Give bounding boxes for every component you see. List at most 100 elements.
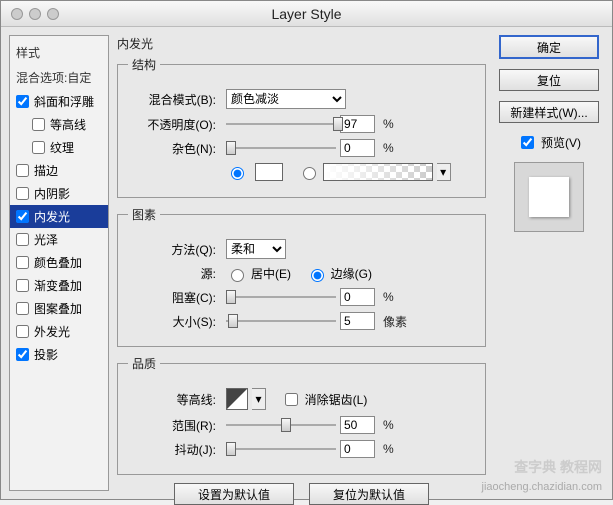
style-item[interactable]: 斜面和浮雕 (10, 90, 108, 113)
size-input[interactable]: 5 (340, 312, 375, 330)
style-item[interactable]: 外发光 (10, 320, 108, 343)
close-icon[interactable] (11, 8, 23, 20)
options-panel: 内发光 结构 混合模式(B): 颜色减淡 不透明度(O): 97 % 杂色(N)… (117, 35, 486, 491)
gradient-swatch[interactable] (323, 163, 433, 181)
source-edge-label: 边缘(G) (331, 265, 372, 282)
choke-label: 阻塞(C): (128, 289, 216, 306)
style-item-checkbox[interactable] (16, 187, 29, 200)
jitter-unit: % (383, 442, 394, 456)
blend-options-header[interactable]: 混合选项:自定 (10, 65, 108, 90)
style-list: 样式 混合选项:自定 斜面和浮雕等高线纹理描边内阴影内发光光泽颜色叠加渐变叠加图… (9, 35, 109, 491)
contour-label: 等高线: (128, 391, 216, 408)
antialias-checkbox[interactable] (285, 393, 298, 406)
noise-input[interactable]: 0 (340, 139, 375, 157)
jitter-input[interactable]: 0 (340, 440, 375, 458)
choke-unit: % (383, 290, 394, 304)
style-item[interactable]: 图案叠加 (10, 297, 108, 320)
style-item-label: 颜色叠加 (34, 254, 82, 271)
preview-label: 预览(V) (541, 134, 581, 151)
opacity-slider[interactable] (226, 117, 336, 131)
style-item-checkbox[interactable] (16, 325, 29, 338)
size-unit: 像素 (383, 313, 407, 330)
technique-select[interactable]: 柔和 (226, 239, 286, 259)
style-item-checkbox[interactable] (16, 233, 29, 246)
range-input[interactable]: 50 (340, 416, 375, 434)
dialog-buttons: 确定 复位 新建样式(W)... 预览(V) (494, 35, 604, 491)
zoom-icon[interactable] (47, 8, 59, 20)
layer-style-dialog: Layer Style 样式 混合选项:自定 斜面和浮雕等高线纹理描边内阴影内发… (0, 0, 613, 500)
style-item-checkbox[interactable] (32, 141, 45, 154)
watermark-url: jiaocheng.chazidian.com (482, 481, 602, 493)
style-item-label: 内发光 (34, 208, 70, 225)
opacity-label: 不透明度(O): (128, 116, 216, 133)
window-controls[interactable] (11, 8, 59, 20)
source-center-label: 居中(E) (251, 265, 291, 282)
watermark-text: 查字典 教程网 (514, 457, 602, 477)
style-item-checkbox[interactable] (32, 118, 45, 131)
source-label: 源: (128, 265, 216, 282)
style-item[interactable]: 颜色叠加 (10, 251, 108, 274)
style-item-label: 纹理 (50, 139, 74, 156)
style-item-checkbox[interactable] (16, 256, 29, 269)
style-item-label: 描边 (34, 162, 58, 179)
source-center-radio[interactable] (231, 269, 244, 282)
jitter-slider[interactable] (226, 442, 336, 456)
style-item[interactable]: 纹理 (10, 136, 108, 159)
style-item-checkbox[interactable] (16, 95, 29, 108)
style-item-checkbox[interactable] (16, 210, 29, 223)
style-item-checkbox[interactable] (16, 348, 29, 361)
style-item-label: 渐变叠加 (34, 277, 82, 294)
range-label: 范围(R): (128, 417, 216, 434)
style-item-checkbox[interactable] (16, 302, 29, 315)
contour-picker[interactable] (226, 388, 248, 410)
effect-title: 内发光 (117, 35, 486, 52)
style-item-checkbox[interactable] (16, 279, 29, 292)
reset-default-button[interactable]: 复位为默认值 (309, 483, 429, 505)
range-slider[interactable] (226, 418, 336, 432)
color-swatch[interactable] (255, 163, 283, 181)
opacity-unit: % (383, 117, 394, 131)
style-item[interactable]: 等高线 (10, 113, 108, 136)
style-item-checkbox[interactable] (16, 164, 29, 177)
source-edge-radio[interactable] (311, 269, 324, 282)
style-item[interactable]: 光泽 (10, 228, 108, 251)
quality-fieldset: 品质 等高线: ▾ 消除锯齿(L) 范围(R): 50 % 抖动(J): (117, 355, 486, 475)
size-slider[interactable] (226, 314, 336, 328)
ok-button[interactable]: 确定 (499, 35, 599, 59)
minimize-icon[interactable] (29, 8, 41, 20)
style-item-label: 斜面和浮雕 (34, 93, 94, 110)
style-item[interactable]: 描边 (10, 159, 108, 182)
choke-input[interactable]: 0 (340, 288, 375, 306)
jitter-label: 抖动(J): (128, 441, 216, 458)
preview-checkbox[interactable] (521, 136, 534, 149)
style-item[interactable]: 渐变叠加 (10, 274, 108, 297)
style-item[interactable]: 内发光 (10, 205, 108, 228)
gradient-dropdown-icon[interactable]: ▾ (437, 163, 451, 181)
elements-legend: 图素 (128, 206, 160, 223)
styles-header[interactable]: 样式 (10, 40, 108, 65)
elements-fieldset: 图素 方法(Q): 柔和 源: 居中(E) 边缘(G) 阻塞(C): 0 (117, 206, 486, 347)
structure-legend: 结构 (128, 56, 160, 73)
opacity-input[interactable]: 97 (340, 115, 375, 133)
cancel-button[interactable]: 复位 (499, 69, 599, 91)
quality-legend: 品质 (128, 355, 160, 372)
blend-mode-select[interactable]: 颜色减淡 (226, 89, 346, 109)
window-title: Layer Style (271, 6, 341, 22)
contour-dropdown-icon[interactable]: ▾ (252, 388, 266, 410)
antialias-label: 消除锯齿(L) (305, 391, 368, 408)
range-unit: % (383, 418, 394, 432)
titlebar: Layer Style (1, 1, 612, 27)
noise-slider[interactable] (226, 141, 336, 155)
blend-mode-label: 混合模式(B): (128, 91, 216, 108)
style-item-label: 等高线 (50, 116, 86, 133)
noise-label: 杂色(N): (128, 140, 216, 157)
new-style-button[interactable]: 新建样式(W)... (499, 101, 599, 123)
style-item[interactable]: 投影 (10, 343, 108, 366)
color-radio[interactable] (231, 167, 244, 180)
set-default-button[interactable]: 设置为默认值 (174, 483, 294, 505)
noise-unit: % (383, 141, 394, 155)
style-item-label: 外发光 (34, 323, 70, 340)
choke-slider[interactable] (226, 290, 336, 304)
gradient-radio[interactable] (303, 167, 316, 180)
style-item[interactable]: 内阴影 (10, 182, 108, 205)
